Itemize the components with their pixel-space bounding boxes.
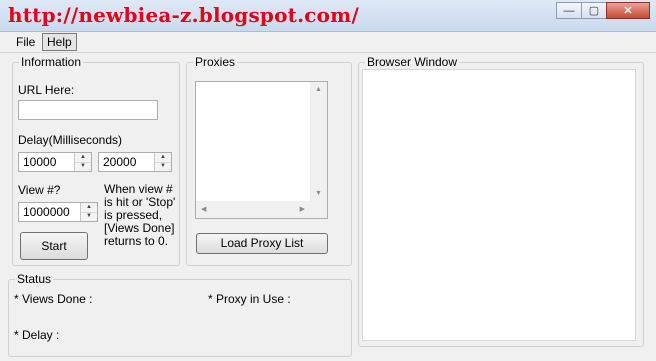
close-button[interactable]: ✕: [606, 2, 650, 19]
delay-label: Delay(Milliseconds): [18, 133, 123, 147]
scroll-up-icon[interactable]: ▲: [315, 86, 322, 93]
scroll-left-icon[interactable]: ◀: [201, 205, 206, 213]
chevron-down-icon[interactable]: ▼: [81, 212, 97, 221]
menu-bar: File Help: [0, 33, 656, 53]
window-title: http://newbiea-z.blogspot.com/: [8, 3, 360, 27]
delay-max-arrows[interactable]: ▲ ▼: [154, 153, 171, 171]
views-done-label: * Views Done :: [14, 292, 93, 306]
view-note: When view # is hit or 'Stop' is pressed,…: [104, 182, 176, 248]
delay-min-arrows[interactable]: ▲ ▼: [74, 153, 91, 171]
proxy-list-horizontal-scrollbar[interactable]: ◀ ▶: [196, 201, 310, 218]
minimize-icon: —: [563, 4, 575, 17]
delay-max-stepper[interactable]: 20000 ▲ ▼: [98, 152, 172, 172]
status-legend: Status: [15, 272, 54, 286]
browser-view[interactable]: [362, 69, 636, 341]
menu-file[interactable]: File: [12, 34, 39, 50]
maximize-icon: ▢: [588, 5, 600, 17]
delay-min-stepper[interactable]: 10000 ▲ ▼: [18, 152, 92, 172]
close-icon: ✕: [623, 5, 633, 17]
start-button[interactable]: Start: [20, 232, 88, 260]
view-count-stepper[interactable]: 1000000 ▲ ▼: [18, 202, 98, 222]
url-input[interactable]: [18, 100, 158, 120]
scroll-corner: [310, 201, 327, 218]
view-label: View #?: [18, 183, 61, 197]
url-label: URL Here:: [18, 83, 75, 97]
menu-help[interactable]: Help: [42, 33, 77, 51]
proxy-list[interactable]: ▲ ▼ ◀ ▶: [195, 81, 328, 219]
scroll-right-icon[interactable]: ▶: [300, 205, 305, 213]
scroll-down-icon[interactable]: ▼: [315, 190, 322, 197]
delay-min-value: 10000: [23, 155, 57, 169]
window-controls: — ▢ ✕: [556, 2, 650, 19]
information-legend: Information: [19, 55, 84, 69]
chevron-down-icon[interactable]: ▼: [155, 162, 171, 171]
browser-window-legend: Browser Window: [365, 55, 460, 69]
delay-status-label: * Delay :: [14, 328, 60, 342]
proxies-legend: Proxies: [193, 55, 238, 69]
proxy-in-use-label: * Proxy in Use :: [208, 292, 291, 306]
load-proxy-list-button[interactable]: Load Proxy List: [196, 233, 328, 254]
minimize-button[interactable]: —: [556, 2, 582, 19]
view-count-value: 1000000: [23, 205, 70, 219]
title-bar: http://newbiea-z.blogspot.com/ — ▢ ✕: [0, 0, 656, 32]
delay-max-value: 20000: [103, 155, 137, 169]
chevron-down-icon[interactable]: ▼: [75, 162, 91, 171]
view-count-arrows[interactable]: ▲ ▼: [80, 203, 97, 221]
status-group: Status: [8, 272, 352, 357]
proxy-list-vertical-scrollbar[interactable]: ▲ ▼: [310, 82, 327, 201]
maximize-button[interactable]: ▢: [581, 2, 607, 19]
